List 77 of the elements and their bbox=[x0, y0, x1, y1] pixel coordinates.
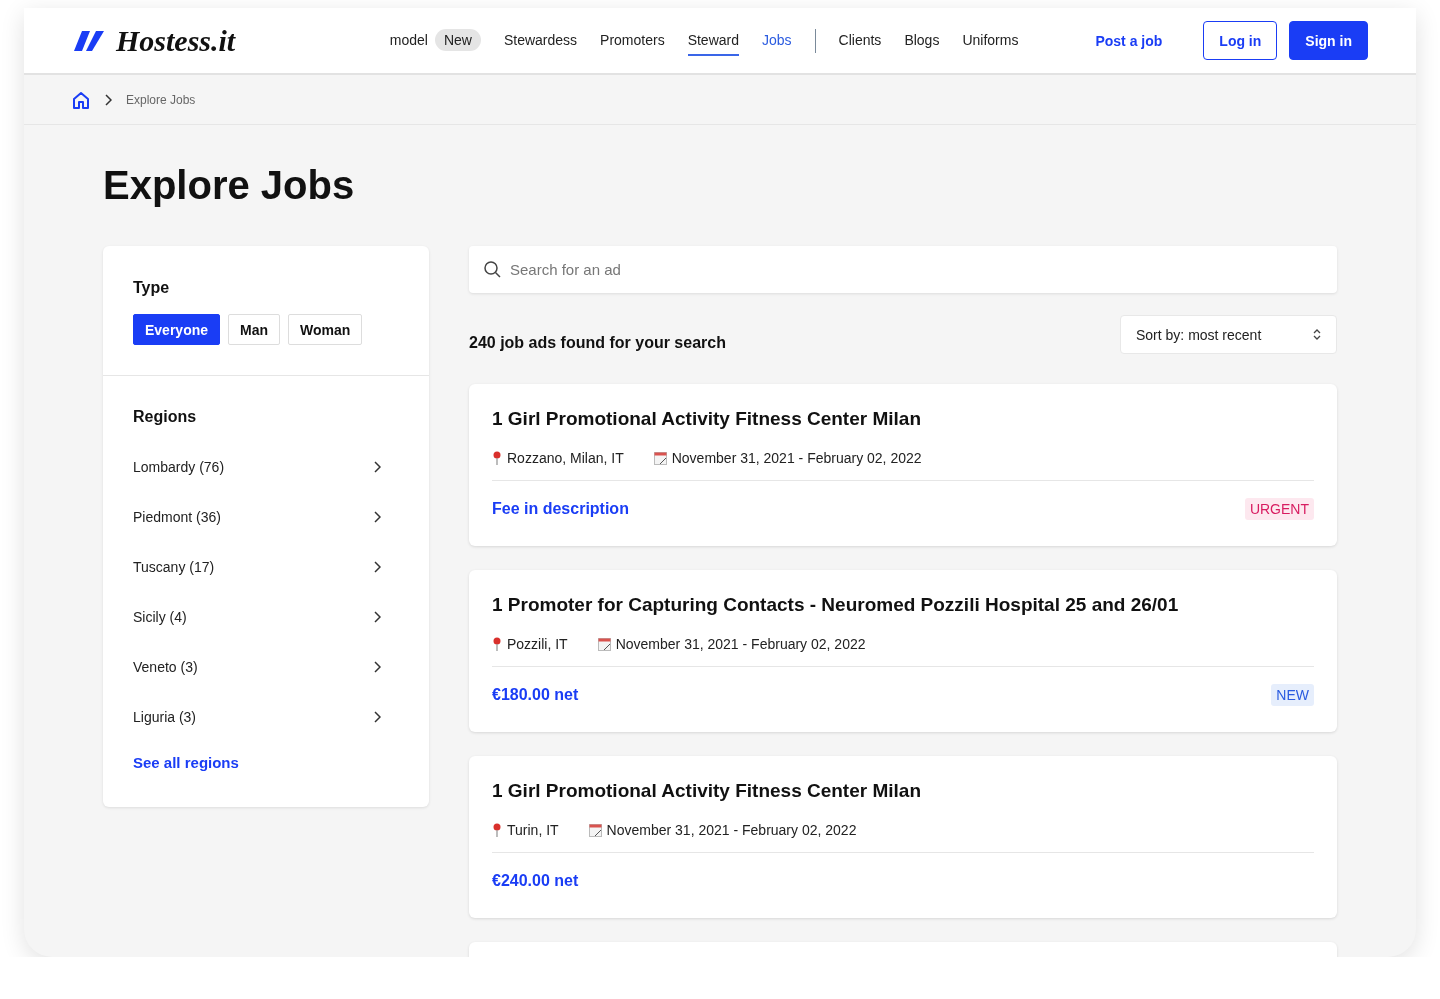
region-label: Veneto (3) bbox=[133, 659, 198, 675]
nav-label: Uniforms bbox=[962, 31, 1019, 48]
job-dates: November 31, 2021 - February 02, 2022 bbox=[615, 636, 866, 652]
nav-label: model bbox=[389, 31, 428, 48]
new-badge: New bbox=[434, 28, 481, 51]
job-card[interactable]: 1 Girl Promotional Activity Fitness Center Milan Rozzano, Milan, IT November 31, 2021 - February 02, 2022 Fee in description URGENT bbox=[469, 384, 1337, 546]
results-count: 240 job ads found for your search bbox=[469, 332, 726, 352]
job-title[interactable]: 1 Promoter for Capturing Contacts - Neuromed Pozzili Hospital 25 and 26/01 bbox=[492, 594, 1314, 616]
sort-select[interactable]: Sort by: most recent bbox=[1120, 315, 1337, 354]
job-pay: €180.00 net bbox=[492, 685, 579, 704]
region-label: Tuscany (17) bbox=[133, 559, 215, 575]
chevron-right-icon bbox=[373, 611, 381, 623]
region-label: Lombardy (76) bbox=[133, 459, 225, 475]
region-item[interactable]: Tuscany (17) bbox=[133, 542, 399, 592]
region-item[interactable]: Piedmont (36) bbox=[133, 492, 399, 542]
job-location: Turin, IT bbox=[507, 822, 559, 838]
job-title[interactable]: 1 Girl Promotional Activity Fitness Center Milan bbox=[492, 408, 1314, 430]
type-chip[interactable]: Man bbox=[228, 314, 281, 345]
region-label: Liguria (3) bbox=[133, 709, 197, 725]
logo-text[interactable]: Hostess.it bbox=[116, 23, 236, 58]
job-location: Rozzano, Milan, IT bbox=[507, 450, 624, 466]
job-dates: November 31, 2021 - February 02, 2022 bbox=[671, 450, 922, 466]
chevron-right-icon bbox=[373, 711, 381, 723]
region-label: Piedmont (36) bbox=[133, 509, 221, 525]
filter-heading: Type bbox=[133, 279, 171, 297]
calendar-icon bbox=[597, 637, 611, 651]
pin-icon bbox=[492, 823, 502, 837]
region-item[interactable]: Veneto (3) bbox=[133, 642, 399, 692]
chevron-right-icon bbox=[373, 511, 381, 523]
home-icon[interactable] bbox=[72, 90, 90, 109]
chevron-right-icon bbox=[373, 561, 381, 573]
nav-link[interactable]: Blogs bbox=[904, 25, 940, 56]
type-chip[interactable]: Everyone bbox=[133, 314, 221, 345]
auth-button[interactable]: Log in bbox=[1203, 21, 1278, 60]
nav-link[interactable]: Steward bbox=[687, 25, 739, 56]
nav-label: Clients bbox=[838, 31, 882, 48]
search-field[interactable]: Search for an ad bbox=[469, 246, 1337, 293]
nav-link[interactable]: model New bbox=[389, 22, 481, 59]
filter-heading: Regions bbox=[133, 408, 198, 426]
auth-button[interactable]: Sign in bbox=[1289, 21, 1368, 60]
type-chip[interactable]: Woman bbox=[288, 314, 363, 345]
calendar-icon bbox=[653, 451, 667, 465]
job-title[interactable]: 1 Girl Promotional Activity Fitness Center Milan bbox=[492, 780, 1314, 802]
nav-label: Steward bbox=[687, 31, 739, 48]
status-tag: NEW bbox=[1271, 683, 1314, 706]
job-dates: November 31, 2021 - February 02, 2022 bbox=[606, 822, 857, 838]
nav-label: Blogs bbox=[904, 31, 940, 48]
page-title: Explore Jobs bbox=[103, 163, 356, 208]
chevron-right-icon bbox=[373, 461, 381, 473]
job-pay: €240.00 net bbox=[492, 871, 579, 890]
post-job-link[interactable]: Post a job bbox=[1080, 21, 1178, 60]
calendar-icon bbox=[588, 823, 602, 837]
breadcrumb-item[interactable]: Explore Jobs bbox=[126, 92, 196, 107]
nav-link[interactable]: Clients bbox=[838, 25, 882, 56]
nav-link[interactable]: Promoters bbox=[600, 25, 665, 56]
status-tag: URGENT bbox=[1244, 497, 1314, 520]
region-item[interactable]: Lombardy (76) bbox=[133, 442, 399, 492]
job-location: Pozzili, IT bbox=[507, 636, 568, 652]
region-item[interactable]: Sicily (4) bbox=[133, 592, 399, 642]
nav-link[interactable]: Jobs bbox=[762, 25, 792, 56]
chevron-right-icon bbox=[373, 661, 381, 673]
pin-icon bbox=[492, 637, 502, 651]
region-item[interactable]: Liguria (3) bbox=[133, 692, 399, 742]
region-label: Sicily (4) bbox=[133, 609, 187, 625]
search-icon bbox=[484, 261, 501, 278]
job-pay: Fee in description bbox=[492, 499, 629, 518]
nav-label: Jobs bbox=[762, 31, 792, 48]
job-card[interactable]: 1 Girl Promotional Activity Fitness Center Milan Turin, IT November 31, 2021 - February 02, 2022 €240.00 net bbox=[469, 756, 1337, 918]
nav-label: Stewardess bbox=[503, 31, 578, 48]
nav-label: Promoters bbox=[600, 31, 665, 48]
see-all-link[interactable]: See all regions bbox=[133, 754, 399, 771]
job-card[interactable]: 1 Promoter for Capturing Contacts - Neuromed Pozzili Hospital 25 and 26/01 Pozzili, IT November 31, 2021 - February 02, 2022 €180.00 net NEW bbox=[469, 570, 1337, 732]
chevron-right-icon bbox=[104, 93, 112, 106]
updown-icon bbox=[1313, 328, 1321, 341]
pin-icon bbox=[492, 451, 502, 465]
nav-link[interactable]: Stewardess bbox=[503, 25, 578, 56]
nav-link[interactable]: Uniforms bbox=[962, 25, 1019, 56]
